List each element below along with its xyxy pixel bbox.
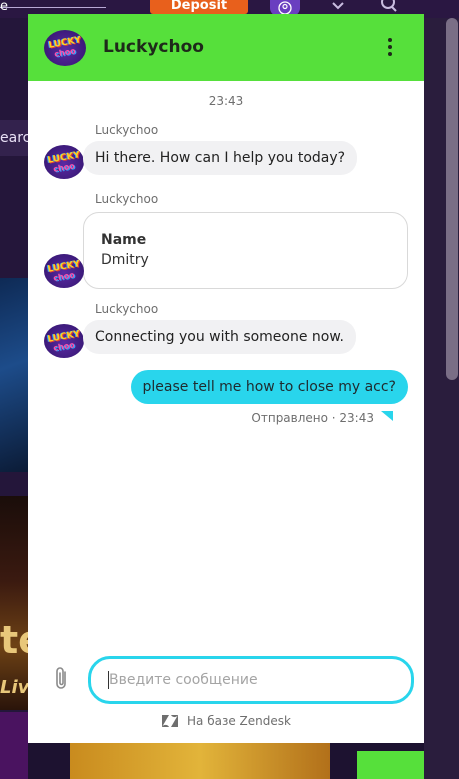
message-sender: Luckychoo: [95, 123, 159, 137]
user-icon: [278, 1, 292, 15]
page-scrollbar[interactable]: [446, 18, 458, 380]
message-status: Отправлено · 23:43: [251, 411, 374, 425]
search-icon[interactable]: [378, 0, 400, 14]
kebab-menu-icon[interactable]: [380, 36, 400, 58]
game-thumbnail[interactable]: [0, 278, 28, 472]
conversation-timestamp: 23:43: [208, 94, 244, 108]
powered-by-footer[interactable]: На базе Zendesk: [28, 713, 424, 731]
site-search-input[interactable]: earch: [0, 120, 28, 156]
message-sender: Luckychoo: [95, 302, 159, 316]
game-thumbnail[interactable]: [70, 743, 330, 779]
message-input[interactable]: [107, 668, 401, 692]
site-partial-label: e: [0, 0, 8, 14]
chat-title: Luckychoo: [103, 37, 204, 57]
card-field-value: Dmitry: [101, 252, 149, 268]
site-tab-underline: [0, 7, 106, 8]
deposit-button[interactable]: Deposit: [150, 0, 248, 14]
agent-message-bubble: Hi there. How can I help you today?: [83, 141, 358, 175]
agent-avatar-icon: LUCKY choo: [44, 324, 84, 358]
card-field-label: Name: [101, 232, 147, 248]
agent-avatar-icon: LUCKY choo: [44, 145, 84, 179]
user-message-bubble: please tell me how to close my acc?: [130, 370, 408, 404]
brand-logo-icon: LUCKY choo: [44, 30, 86, 66]
zendesk-icon: [162, 715, 179, 727]
form-summary-card: Name Dmitry: [83, 212, 408, 289]
game-thumbnail[interactable]: [0, 712, 28, 779]
message-sender: Luckychoo: [95, 192, 159, 206]
message-input-box[interactable]: [88, 656, 414, 704]
sent-indicator-icon: [381, 411, 393, 421]
chat-header: LUCKY choo Luckychoo: [28, 14, 424, 81]
footer-text: На базе Zendesk: [187, 714, 291, 728]
site-green-button[interactable]: [357, 751, 424, 779]
paperclip-icon[interactable]: [52, 666, 72, 692]
chat-widget: LUCKY choo Luckychoo 23:43 Luckychoo LUCK…: [28, 14, 424, 743]
agent-avatar-icon: LUCKY choo: [44, 254, 84, 288]
chevron-down-icon[interactable]: [330, 0, 346, 14]
agent-message-bubble: Connecting you with someone now.: [83, 320, 356, 354]
